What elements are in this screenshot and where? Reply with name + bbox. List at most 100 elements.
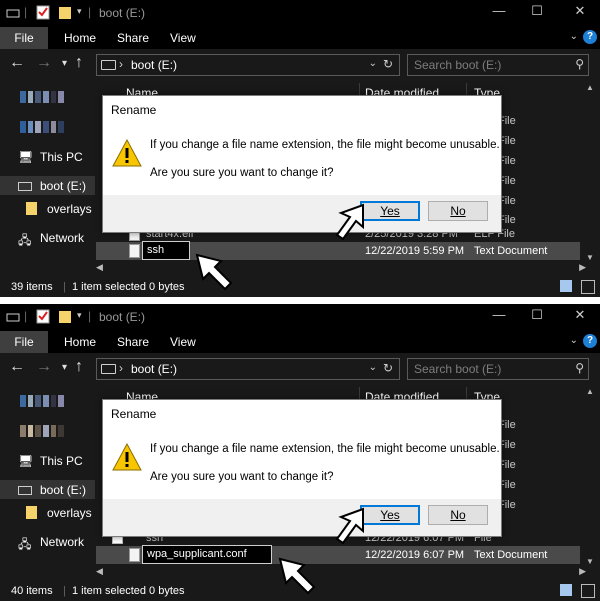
help-icon[interactable]: ?	[583, 30, 597, 44]
tab-view[interactable]: View	[170, 335, 196, 349]
address-dropdown-icon[interactable]: ⌄	[369, 58, 377, 69]
refresh-icon[interactable]: ↻	[383, 361, 393, 375]
vertical-scrollbar[interactable]: ▲ ▼	[586, 383, 596, 570]
maximize-button[interactable]: ☐	[522, 307, 552, 323]
tab-file[interactable]: File	[0, 331, 48, 353]
tab-file[interactable]: File	[0, 27, 48, 49]
tab-share[interactable]: Share	[117, 335, 149, 349]
computer-icon: 🖥	[18, 454, 34, 468]
address-bar[interactable]: › boot (E:) ⌄ ↻	[96, 358, 400, 380]
cursor-arrow-icon	[278, 557, 316, 595]
large-icons-view-icon[interactable]	[581, 584, 595, 598]
expand-ribbon-icon[interactable]: ⌄	[570, 31, 578, 42]
folder-icon	[26, 202, 37, 215]
selection-info: 1 item selected 0 bytes	[72, 585, 185, 597]
dialog-message: If you change a file name extension, the…	[150, 443, 500, 455]
expand-ribbon-icon[interactable]: ⌄	[570, 335, 578, 346]
address-path: boot (E:)	[131, 362, 178, 376]
sidebar-item-overlays[interactable]: overlays	[26, 202, 92, 216]
tab-home[interactable]: Home	[64, 31, 96, 45]
search-input[interactable]: Search boot (E:) ⚲	[407, 358, 589, 380]
details-view-icon[interactable]	[560, 584, 572, 596]
address-path: boot (E:)	[131, 58, 178, 72]
close-button[interactable]: ✕	[565, 307, 595, 323]
dialog-question: Are you sure you want to change it?	[150, 471, 334, 483]
cursor-arrow-icon	[335, 507, 364, 545]
table-row[interactable]: ssh 12/22/2019 5:59 PM Text Document	[96, 241, 580, 260]
quick-access-dropdown-icon[interactable]: ▾	[77, 310, 82, 321]
warning-icon	[112, 139, 142, 167]
network-icon: 🖧	[18, 537, 32, 551]
ribbon-tabs: File Home Share View ⌄ ?	[0, 331, 600, 353]
dialog-title: Rename	[111, 103, 157, 117]
blurred-item-icon	[20, 91, 66, 103]
tab-view[interactable]: View	[170, 31, 196, 45]
sidebar-item-boot[interactable]: boot (E:)	[18, 483, 86, 497]
rename-dialog: Rename If you change a file name extensi…	[102, 95, 502, 233]
item-count: 40 items	[11, 585, 53, 597]
tab-home[interactable]: Home	[64, 335, 96, 349]
warning-icon	[112, 443, 142, 471]
explorer-window: | ▾ | boot (E:) — ☐ ✕ File Home Share Vi…	[0, 304, 600, 601]
checklist-icon[interactable]	[36, 5, 50, 20]
blurred-item-icon	[20, 395, 66, 407]
back-button[interactable]: ←	[9, 54, 25, 72]
window-title: boot (E:)	[99, 6, 146, 20]
navigation-bar: ← → ▾ ↑ › boot (E:) ⌄ ↻ Search boot (E:)…	[0, 49, 600, 79]
up-button[interactable]: ↑	[75, 358, 83, 376]
sidebar-item-boot[interactable]: boot (E:)	[18, 179, 86, 193]
forward-button[interactable]: →	[36, 54, 52, 72]
ribbon-tabs: File Home Share View ⌄ ?	[0, 27, 600, 49]
dialog-title: Rename	[111, 407, 157, 421]
search-icon: ⚲	[575, 361, 584, 375]
minimize-button[interactable]: —	[484, 3, 514, 18]
folder-icon	[26, 506, 37, 519]
document-icon	[129, 244, 140, 258]
large-icons-view-icon[interactable]	[581, 280, 595, 294]
cursor-arrow-icon	[195, 253, 233, 291]
horizontal-scrollbar[interactable]: ◀ ▶	[96, 566, 586, 580]
navigation-pane: 🖥 This PC boot (E:) overlays 🖧 Network	[0, 383, 95, 568]
refresh-icon[interactable]: ↻	[383, 57, 393, 71]
folder-icon[interactable]	[58, 5, 72, 20]
window-title: boot (E:)	[99, 310, 146, 324]
no-button[interactable]: No	[428, 505, 488, 525]
address-dropdown-icon[interactable]: ⌄	[369, 362, 377, 373]
drive-icon	[18, 182, 32, 191]
sidebar-item-overlays[interactable]: overlays	[26, 506, 92, 520]
forward-button[interactable]: →	[36, 358, 52, 376]
drive-icon	[6, 313, 20, 322]
close-button[interactable]: ✕	[565, 3, 595, 19]
sidebar-item-this-pc[interactable]: 🖥 This PC	[18, 454, 83, 468]
sidebar-item-network[interactable]: 🖧 Network	[18, 535, 84, 551]
search-input[interactable]: Search boot (E:) ⚲	[407, 54, 589, 76]
table-row[interactable]: wpa_supplicant.conf 12/22/2019 6:07 PM T…	[96, 545, 580, 564]
folder-icon[interactable]	[58, 309, 72, 324]
horizontal-scrollbar[interactable]: ◀ ▶	[96, 262, 586, 276]
minimize-button[interactable]: —	[484, 307, 514, 322]
sidebar-item-network[interactable]: 🖧 Network	[18, 231, 84, 247]
quick-access-dropdown-icon[interactable]: ▾	[77, 6, 82, 17]
network-icon: 🖧	[18, 233, 32, 247]
recent-locations-button[interactable]: ▾	[62, 58, 67, 69]
sidebar-item-this-pc[interactable]: 🖥 This PC	[18, 150, 83, 164]
maximize-button[interactable]: ☐	[522, 3, 552, 19]
vertical-scrollbar[interactable]: ▲ ▼	[586, 79, 596, 266]
dialog-message: If you change a file name extension, the…	[150, 139, 500, 151]
title-bar: | ▾ | boot (E:) — ☐ ✕	[0, 304, 600, 331]
details-view-icon[interactable]	[560, 280, 572, 292]
drive-icon	[101, 60, 116, 70]
recent-locations-button[interactable]: ▾	[62, 362, 67, 373]
help-icon[interactable]: ?	[583, 334, 597, 348]
back-button[interactable]: ←	[9, 358, 25, 376]
checklist-icon[interactable]	[36, 309, 50, 324]
rename-field[interactable]: wpa_supplicant.conf	[142, 545, 272, 564]
drive-icon	[6, 9, 20, 18]
explorer-window: | ▾ | boot (E:) — ☐ ✕ File Home Share Vi…	[0, 0, 600, 297]
rename-field[interactable]: ssh	[142, 241, 190, 260]
tab-share[interactable]: Share	[117, 31, 149, 45]
no-button[interactable]: No	[428, 201, 488, 221]
dialog-question: Are you sure you want to change it?	[150, 167, 334, 179]
up-button[interactable]: ↑	[75, 54, 83, 72]
address-bar[interactable]: › boot (E:) ⌄ ↻	[96, 54, 400, 76]
